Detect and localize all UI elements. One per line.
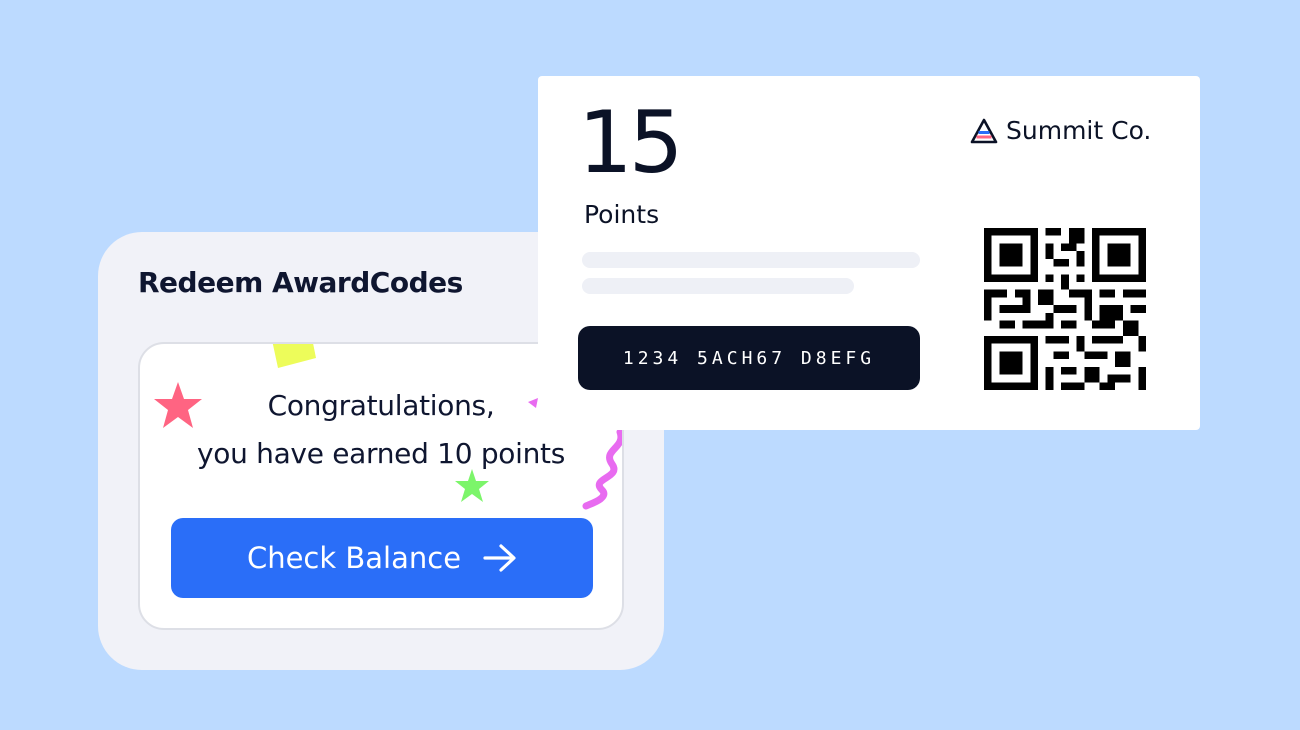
congrats-line-2: you have earned 10 points (196, 437, 566, 470)
check-balance-label: Check Balance (246, 541, 462, 575)
check-balance-button[interactable]: Check Balance (171, 518, 593, 598)
summit-logo-icon (970, 118, 998, 143)
confetti-yellow-square (272, 344, 316, 368)
arrow-right-icon (483, 544, 516, 572)
redeem-title: Redeem AwardCodes (138, 266, 463, 299)
stage: Redeem AwardCodes Congratulations, you h… (0, 0, 1300, 730)
points-value: 15 (578, 93, 683, 193)
placeholder-line-1 (582, 252, 920, 268)
brand-name: Summit Co. (1006, 116, 1152, 145)
qr-code-icon (984, 228, 1146, 390)
points-label: Points (584, 200, 660, 229)
points-card: 15 Points 1234 5ACH67 D8EFG Summit Co. (538, 76, 1200, 430)
placeholder-line-2 (582, 278, 854, 294)
brand: Summit Co. (970, 116, 1151, 145)
award-code[interactable]: 1234 5ACH67 D8EFG (578, 326, 920, 390)
